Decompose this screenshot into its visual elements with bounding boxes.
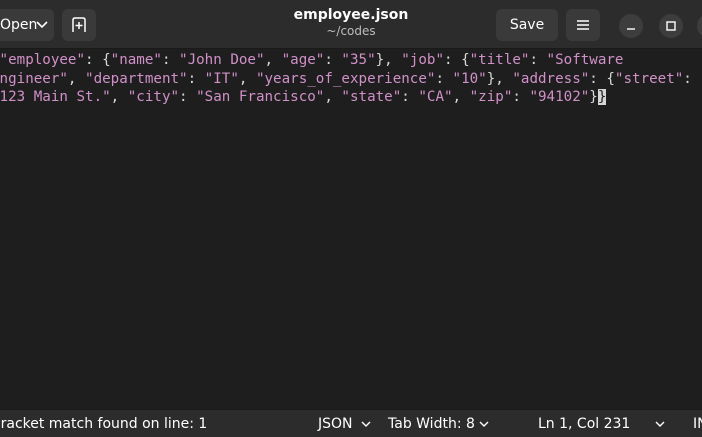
- chevron-down-icon: [36, 21, 48, 29]
- hamburger-menu-icon: [577, 20, 589, 30]
- language-selector[interactable]: JSON: [318, 410, 353, 437]
- chevron-down-icon: [361, 421, 371, 427]
- new-tab-button[interactable]: [62, 9, 96, 41]
- document-path: ~/codes: [326, 24, 376, 38]
- cursor-position-label: Ln 1, Col 231: [538, 416, 631, 432]
- open-button[interactable]: Open: [0, 9, 54, 41]
- minimize-button[interactable]: [619, 14, 643, 38]
- open-button-label: Open: [0, 17, 38, 33]
- code-line: "123 Main St.", "city": "San Francisco",…: [0, 89, 607, 105]
- code-line: Engineer", "department": "IT", "years_of…: [0, 70, 692, 87]
- maximize-button[interactable]: [659, 14, 683, 38]
- minimize-icon: [627, 28, 635, 30]
- text-editor-area[interactable]: {"employee": {"name": "John Doe", "age":…: [0, 49, 702, 409]
- tab-width-selector[interactable]: Tab Width: 8: [388, 410, 475, 437]
- new-tab-icon: [72, 17, 86, 32]
- language-label: JSON: [318, 416, 353, 432]
- save-button[interactable]: Save: [496, 9, 558, 41]
- close-button[interactable]: [697, 14, 702, 38]
- chevron-down-icon: [479, 421, 489, 427]
- code-content[interactable]: {"employee": {"name": "John Doe", "age":…: [0, 51, 692, 107]
- status-bar: Bracket match found on line: 1 JSON Tab …: [0, 409, 702, 437]
- status-message: Bracket match found on line: 1: [0, 416, 208, 432]
- text-editor-window: Open employee.json ~/codes Save "employe…: [0, 0, 702, 437]
- document-title: employee.json: [293, 7, 409, 23]
- main-menu-button[interactable]: [566, 9, 600, 41]
- header-bar: Open employee.json ~/codes Save: [0, 0, 702, 49]
- tab-width-label: Tab Width: 8: [388, 416, 475, 432]
- code-line: {"employee": {"name": "John Doe", "age":…: [0, 52, 624, 68]
- insert-mode-indicator[interactable]: INS: [693, 410, 702, 437]
- cursor-position-selector[interactable]: Ln 1, Col 231: [538, 410, 630, 437]
- maximize-icon: [666, 21, 676, 31]
- chevron-down-icon: [655, 421, 665, 427]
- title-block: employee.json ~/codes: [251, 6, 451, 39]
